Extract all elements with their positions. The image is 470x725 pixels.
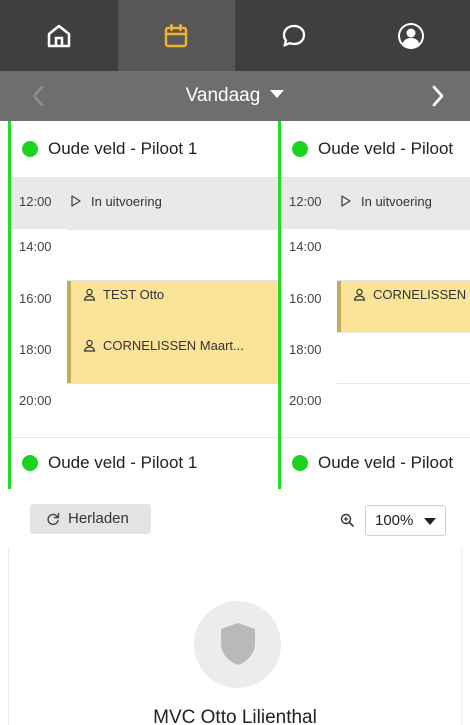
resource-name: Oude veld - Piloot [318,139,454,158]
appointment-label: TEST Otto [103,287,165,302]
divider [67,383,279,384]
date-selector[interactable]: Vandaag [0,85,470,107]
time-label: 16:00 [19,291,52,306]
status-row[interactable]: 12:00 In uitvoering [11,178,279,229]
resource-name: Oude veld - Piloot [318,453,454,472]
top-navigation [0,0,470,71]
time-label: 12:00 [19,194,52,209]
divider [337,332,470,333]
time-label: 14:00 [289,239,322,254]
time-label: 12:00 [289,194,322,209]
reload-label: Herladen [68,510,129,527]
resource-header[interactable]: Oude veld - Piloot 1 [11,121,279,178]
date-navigation-bar: Vandaag [0,71,470,121]
resource-name: Oude veld - Piloot 1 [48,453,198,472]
caret-down-icon [270,89,285,98]
person-icon [353,288,366,301]
status-dot [22,141,38,157]
status-label: In uitvoering [91,194,162,209]
status-dot [292,455,308,471]
person-icon [83,339,96,352]
resource-name: Oude veld - Piloot 1 [48,139,198,158]
resource-header[interactable]: Oude veld - Piloot [281,437,470,489]
divider [337,383,470,384]
time-label: 20:00 [19,393,52,408]
organization-logo [194,601,281,688]
resource-header[interactable]: Oude veld - Piloot 1 [11,437,279,489]
divider [337,229,470,230]
resource-header[interactable]: Oude veld - Piloot [281,121,470,178]
time-label: 18:00 [289,342,322,357]
appointment-card[interactable]: CORNELISSEN Maart... [67,332,279,383]
appointment-label: CORNELISSEN Maart... [103,338,244,353]
caret-down-icon [424,518,436,525]
home-icon [47,24,70,47]
zoom-select[interactable]: 100% [365,505,446,536]
appointment-card[interactable]: TEST Otto [67,281,279,332]
person-icon [83,288,96,301]
tab-home[interactable] [0,0,118,71]
resource-column: Oude veld - Piloot 12:00 In uitvoering 1… [278,121,470,489]
zoom-value: 100% [375,512,414,529]
play-icon [341,195,351,207]
reload-button[interactable]: Herladen [30,504,151,534]
zoom-in-icon [340,513,354,527]
appointment-label: CORNELISSEN [373,287,467,302]
refresh-icon [47,512,60,526]
organization-name: MVC Otto Lilienthal [153,707,317,725]
status-dot [22,455,38,471]
date-selector-label: Vandaag [185,85,261,106]
time-label: 16:00 [289,291,322,306]
calendar-view: Oude veld - Piloot 1 12:00 In uitvoering… [0,121,470,489]
resource-column: Oude veld - Piloot 1 12:00 In uitvoering… [8,121,279,489]
divider [67,229,279,230]
shield-icon [221,623,255,665]
calendar-icon [165,23,188,47]
time-label: 20:00 [289,393,322,408]
user-avatar-icon [398,22,425,49]
time-label: 18:00 [19,342,52,357]
tab-chat[interactable] [235,0,353,71]
play-icon [71,195,81,207]
status-row[interactable]: 12:00 In uitvoering [281,178,470,229]
status-label: In uitvoering [361,194,432,209]
appointment-card[interactable]: CORNELISSEN [337,281,470,332]
tab-calendar[interactable] [117,0,235,71]
tab-profile[interactable] [353,0,470,71]
chat-bubble-icon [282,24,305,47]
status-dot [292,141,308,157]
time-label: 14:00 [19,239,52,254]
chevron-right-icon[interactable] [428,84,448,108]
